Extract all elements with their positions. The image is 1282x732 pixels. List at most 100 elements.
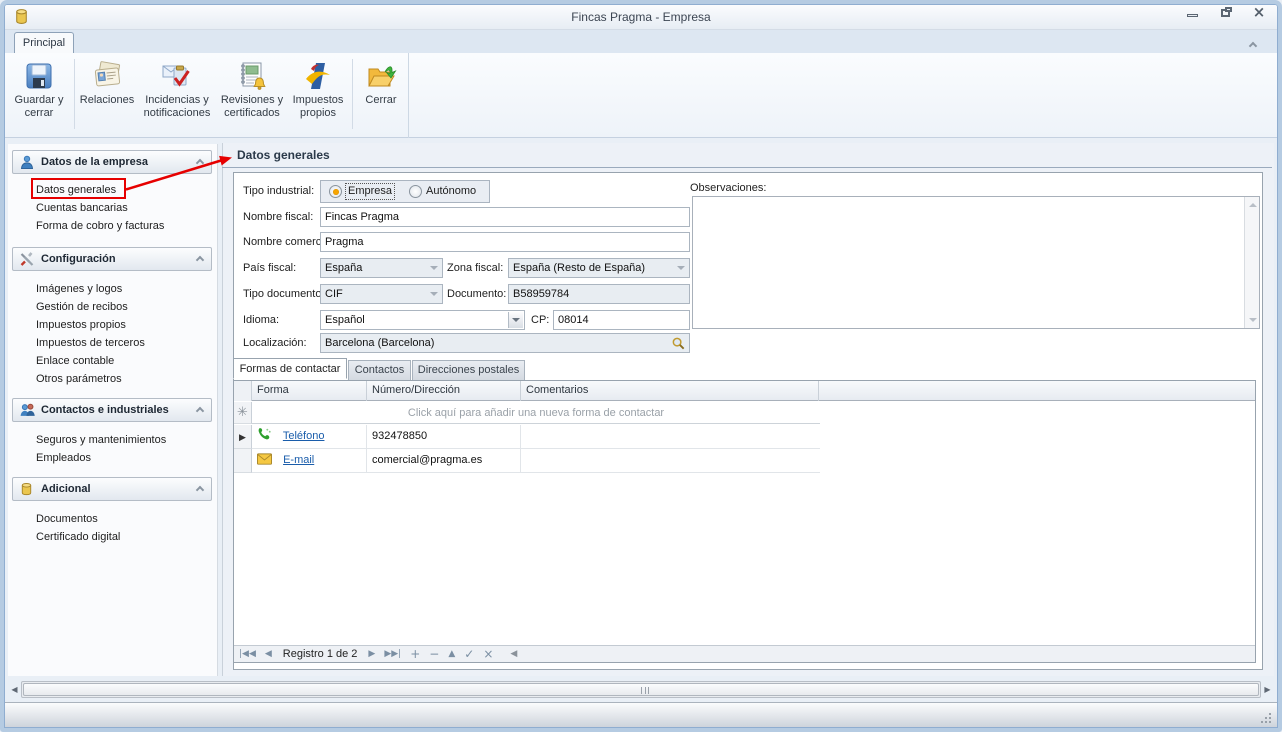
numero-cell[interactable]: 932478850 xyxy=(367,425,521,449)
sidebar-section-datos-empresa[interactable]: Datos de la empresa xyxy=(12,150,212,174)
observaciones-textarea[interactable] xyxy=(693,197,1244,328)
impuestos-propios-button[interactable]: Impuestos propios xyxy=(286,56,350,134)
tab-principal[interactable]: Principal xyxy=(14,32,74,53)
sidebar-item-certificado-digital[interactable]: Certificado digital xyxy=(36,528,212,546)
cancel-edit-button[interactable]: × xyxy=(483,647,493,662)
first-record-button[interactable]: |◀◀ xyxy=(239,647,256,662)
observaciones-scrollbar[interactable] xyxy=(1244,197,1259,328)
scroll-right-icon[interactable]: ▶ xyxy=(1261,682,1274,697)
scrollbar-thumb[interactable] xyxy=(23,683,1259,696)
cerrar-button[interactable]: Cerrar xyxy=(356,56,406,134)
revisiones-button[interactable]: Revisiones y certificados xyxy=(218,56,286,134)
tipo-documento-combo[interactable]: CIF xyxy=(320,284,443,304)
tab-contactos[interactable]: Contactos xyxy=(348,360,411,381)
next-record-button[interactable]: ▶ xyxy=(368,647,375,662)
sidebar-item-datos-generales[interactable]: Datos generales xyxy=(36,181,212,199)
idioma-combo[interactable]: Español xyxy=(320,310,525,330)
telefono-link[interactable]: Teléfono xyxy=(283,430,325,442)
ribbon-collapse-button[interactable] xyxy=(1250,36,1264,48)
tab-direcciones-postales[interactable]: Direcciones postales xyxy=(412,360,525,381)
resize-grip[interactable] xyxy=(1261,712,1273,724)
save-close-button[interactable]: Guardar y cerrar xyxy=(8,56,70,134)
observaciones-area xyxy=(692,196,1260,329)
cp-label: CP: xyxy=(531,310,549,330)
minimize-button[interactable] xyxy=(1182,6,1204,21)
confirm-edit-button[interactable]: ✓ xyxy=(464,647,474,662)
close-folder-icon xyxy=(365,60,397,92)
sidebar-section-adicional[interactable]: Adicional xyxy=(12,477,212,501)
chevron-down-icon[interactable] xyxy=(673,260,688,276)
numero-cell[interactable]: comercial@pragma.es xyxy=(367,449,521,473)
nombre-comercial-input[interactable] xyxy=(325,233,685,251)
horizontal-scrollbar[interactable]: ◀ ▶ xyxy=(8,680,1274,699)
documento-label: Documento: xyxy=(447,284,506,304)
scroll-left-icon[interactable]: ◀ xyxy=(8,682,21,697)
radio-empresa-label[interactable]: Empresa xyxy=(346,184,394,199)
zona-fiscal-combo[interactable]: España (Resto de España) xyxy=(508,258,690,278)
sidebar-item-impuestos-propios[interactable]: Impuestos propios xyxy=(36,316,212,334)
edit-record-button[interactable]: ▲ xyxy=(448,647,455,662)
grid-new-row[interactable]: ✳ Click aquí para añadir una nueva forma… xyxy=(234,402,820,424)
current-row-marker: ▶ xyxy=(234,425,252,449)
new-row-marker: ✳ xyxy=(234,402,252,424)
delete-record-button[interactable]: − xyxy=(429,647,439,662)
table-row[interactable]: ▶ Teléfono 932478850 xyxy=(234,425,820,449)
append-record-button[interactable]: + xyxy=(410,647,420,662)
sidebar-item-documentos[interactable]: Documentos xyxy=(36,510,212,528)
chevron-down-icon[interactable] xyxy=(426,260,441,276)
scroll-down-icon[interactable] xyxy=(1245,313,1260,328)
last-record-button[interactable]: ▶▶| xyxy=(384,647,401,662)
people-icon xyxy=(19,402,36,427)
localizacion-field[interactable]: Barcelona (Barcelona) xyxy=(320,333,690,353)
sidebar-section-configuracion[interactable]: Configuración xyxy=(12,247,212,271)
row-arrow-icon: ▶ xyxy=(239,432,246,442)
sidebar-item-seguros[interactable]: Seguros y mantenimientos xyxy=(36,431,212,449)
grid-scroll-left-button[interactable]: ◀ xyxy=(510,647,517,662)
sidebar-item-cuentas-bancarias[interactable]: Cuentas bancarias xyxy=(36,199,212,217)
sidebar-item-impuestos-terceros[interactable]: Impuestos de terceros xyxy=(36,334,212,352)
comentarios-cell[interactable] xyxy=(521,449,819,473)
sidebar-item-imagenes-logos[interactable]: Imágenes y logos xyxy=(36,280,212,298)
column-header-numero[interactable]: Número/Dirección xyxy=(367,381,521,401)
scroll-up-icon[interactable] xyxy=(1245,197,1260,212)
chevron-down-icon[interactable] xyxy=(426,286,441,302)
close-button[interactable]: × xyxy=(1248,6,1270,21)
table-row[interactable]: E-mail comercial@pragma.es xyxy=(234,449,820,473)
observaciones-label: Observaciones: xyxy=(690,178,766,198)
email-link[interactable]: E-mail xyxy=(283,454,314,466)
tax-agency-icon xyxy=(302,60,334,92)
sidebar-section-contactos[interactable]: Contactos e industriales xyxy=(12,398,212,422)
radio-autonomo[interactable] xyxy=(409,185,422,198)
search-icon[interactable] xyxy=(671,336,686,357)
tab-formas-de-contactar[interactable]: Formas de contactar xyxy=(233,358,347,379)
scrollbar-track[interactable] xyxy=(21,681,1261,698)
chevron-down-icon[interactable] xyxy=(508,312,523,328)
cp-input[interactable] xyxy=(558,311,685,329)
relaciones-button[interactable]: Relaciones xyxy=(78,56,136,134)
documento-field[interactable]: B58959784 xyxy=(508,284,690,304)
column-header-comentarios[interactable]: Comentarios xyxy=(521,381,819,401)
restore-button[interactable] xyxy=(1216,6,1238,21)
nombre-fiscal-field[interactable] xyxy=(320,207,690,227)
incidencias-button[interactable]: Incidencias y notificaciones xyxy=(136,56,218,134)
sidebar-item-otros-parametros[interactable]: Otros parámetros xyxy=(36,370,212,388)
column-header-forma[interactable]: Forma xyxy=(252,381,367,401)
nombre-comercial-field[interactable] xyxy=(320,232,690,252)
zona-fiscal-value: España (Resto de España) xyxy=(513,262,645,274)
radio-empresa[interactable] xyxy=(329,185,342,198)
comentarios-cell[interactable] xyxy=(521,425,819,449)
pais-fiscal-combo[interactable]: España xyxy=(320,258,443,278)
sidebar-item-empleados[interactable]: Empleados xyxy=(36,449,212,467)
sidebar-item-gestion-recibos[interactable]: Gestión de recibos xyxy=(36,298,212,316)
radio-autonomo-label[interactable]: Autónomo xyxy=(426,184,476,199)
cp-field[interactable] xyxy=(553,310,690,330)
localizacion-value: Barcelona (Barcelona) xyxy=(325,337,434,349)
previous-record-button[interactable]: ◀ xyxy=(265,647,272,662)
sidebar-item-forma-cobro[interactable]: Forma de cobro y facturas xyxy=(36,217,212,235)
notebook-bell-icon xyxy=(236,60,268,92)
section-title: Configuración xyxy=(41,248,116,270)
new-row-text[interactable]: Click aquí para añadir una nueva forma d… xyxy=(252,402,820,424)
nombre-fiscal-input[interactable] xyxy=(325,208,685,226)
sidebar-item-enlace-contable[interactable]: Enlace contable xyxy=(36,352,212,370)
id-cards-icon xyxy=(91,60,123,92)
